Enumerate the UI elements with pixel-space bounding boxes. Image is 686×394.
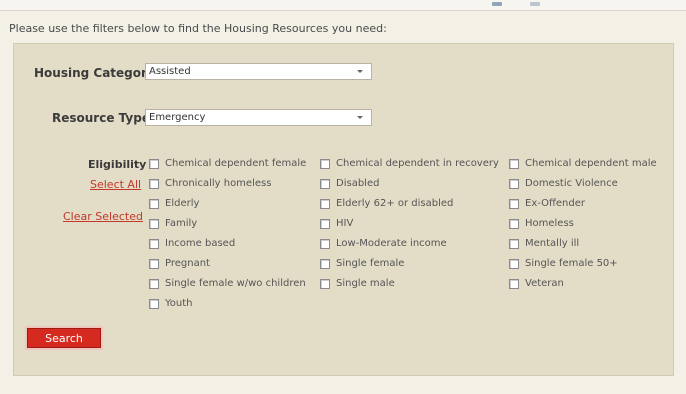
resource-type-value: Emergency	[149, 112, 206, 123]
filter-panel: Housing Category Assisted Resource Type …	[13, 43, 674, 376]
housing-category-select[interactable]: Assisted	[145, 63, 372, 80]
checkbox-item[interactable]: Family	[149, 218, 197, 229]
checkbox-label: Veteran	[525, 278, 564, 289]
select-all-link[interactable]: Select All	[90, 178, 141, 191]
checkbox-item[interactable]: Chronically homeless	[149, 178, 271, 189]
checkbox[interactable]	[149, 278, 159, 289]
checkbox[interactable]	[509, 158, 519, 169]
checkbox[interactable]	[509, 258, 519, 269]
chevron-down-icon	[357, 70, 363, 73]
checkbox[interactable]	[149, 178, 159, 189]
toolbar-icon	[530, 2, 540, 6]
checkbox-label: Income based	[165, 238, 236, 249]
checkbox[interactable]	[320, 238, 330, 249]
checkbox-label: Chemical dependent in recovery	[336, 158, 499, 169]
checkbox-label: Elderly	[165, 198, 200, 209]
checkbox-label: HIV	[336, 218, 354, 229]
checkbox-label: Single female w/wo children	[165, 278, 306, 289]
checkbox-item[interactable]: Single female	[320, 258, 404, 269]
checkbox[interactable]	[149, 258, 159, 269]
checkbox[interactable]	[320, 278, 330, 289]
checkbox-label: Single female	[336, 258, 405, 269]
toolbar-icon	[492, 2, 502, 6]
checkbox-item[interactable]: Disabled	[320, 178, 379, 189]
checkbox-item[interactable]: Chemical dependent female	[149, 158, 306, 169]
checkbox-item[interactable]: Income based	[149, 238, 235, 249]
checkbox[interactable]	[509, 178, 519, 189]
checkbox[interactable]	[149, 298, 159, 309]
checkbox[interactable]	[320, 218, 330, 229]
checkbox[interactable]	[149, 218, 159, 229]
checkbox-item[interactable]: Pregnant	[149, 258, 210, 269]
checkbox-item[interactable]: Chemical dependent in recovery	[320, 158, 499, 169]
checkbox-item[interactable]: Single female 50+	[509, 258, 618, 269]
checkbox-item[interactable]: Homeless	[509, 218, 574, 229]
checkbox-label: Low-Moderate income	[336, 238, 447, 249]
checkbox-item[interactable]: HIV	[320, 218, 353, 229]
checkbox[interactable]	[320, 258, 330, 269]
checkbox[interactable]	[509, 218, 519, 229]
checkbox-label: Disabled	[336, 178, 380, 189]
checkbox-item[interactable]: Ex-Offender	[509, 198, 585, 209]
intro-text: Please use the filters below to find the…	[9, 22, 387, 35]
top-strip	[0, 0, 686, 11]
checkbox-item[interactable]: Elderly	[149, 198, 199, 209]
checkbox-item[interactable]: Low-Moderate income	[320, 238, 447, 249]
checkbox-label: Single female 50+	[525, 258, 618, 269]
checkbox-label: Single male	[336, 278, 395, 289]
resource-type-label: Resource Type	[52, 111, 150, 125]
checkbox-label: Ex-Offender	[525, 198, 585, 209]
checkbox-item[interactable]: Single female w/wo children	[149, 278, 306, 289]
checkbox-label: Youth	[165, 298, 193, 309]
checkbox[interactable]	[149, 198, 159, 209]
checkbox-label: Elderly 62+ or disabled	[336, 198, 454, 209]
checkbox[interactable]	[320, 178, 330, 189]
checkbox-label: Homeless	[525, 218, 574, 229]
checkbox[interactable]	[509, 198, 519, 209]
checkbox-label: Mentally ill	[525, 238, 580, 249]
checkbox-item[interactable]: Single male	[320, 278, 395, 289]
checkbox-item[interactable]: Chemical dependent male	[509, 158, 657, 169]
checkbox[interactable]	[149, 158, 159, 169]
checkbox[interactable]	[149, 238, 159, 249]
checkbox-item[interactable]: Elderly 62+ or disabled	[320, 198, 453, 209]
checkbox[interactable]	[509, 238, 519, 249]
checkbox-label: Chemical dependent male	[525, 158, 657, 169]
checkbox-item[interactable]: Domestic Violence	[509, 178, 618, 189]
eligibility-label: Eligibility	[88, 158, 147, 171]
checkbox-label: Chronically homeless	[165, 178, 272, 189]
checkbox-label: Pregnant	[165, 258, 210, 269]
checkbox-label: Chemical dependent female	[165, 158, 307, 169]
checkbox-label: Family	[165, 218, 198, 229]
checkbox[interactable]	[320, 198, 330, 209]
clear-selected-link[interactable]: Clear Selected	[63, 210, 143, 223]
checkbox-item[interactable]: Youth	[149, 298, 193, 309]
housing-category-value: Assisted	[149, 66, 191, 77]
housing-category-label: Housing Category	[34, 66, 155, 80]
checkbox-item[interactable]: Veteran	[509, 278, 564, 289]
chevron-down-icon	[357, 116, 363, 119]
resource-type-select[interactable]: Emergency	[145, 109, 372, 126]
checkbox[interactable]	[509, 278, 519, 289]
search-button[interactable]: Search	[27, 328, 101, 348]
checkbox-item[interactable]: Mentally ill	[509, 238, 579, 249]
checkbox[interactable]	[320, 158, 330, 169]
checkbox-label: Domestic Violence	[525, 178, 618, 189]
